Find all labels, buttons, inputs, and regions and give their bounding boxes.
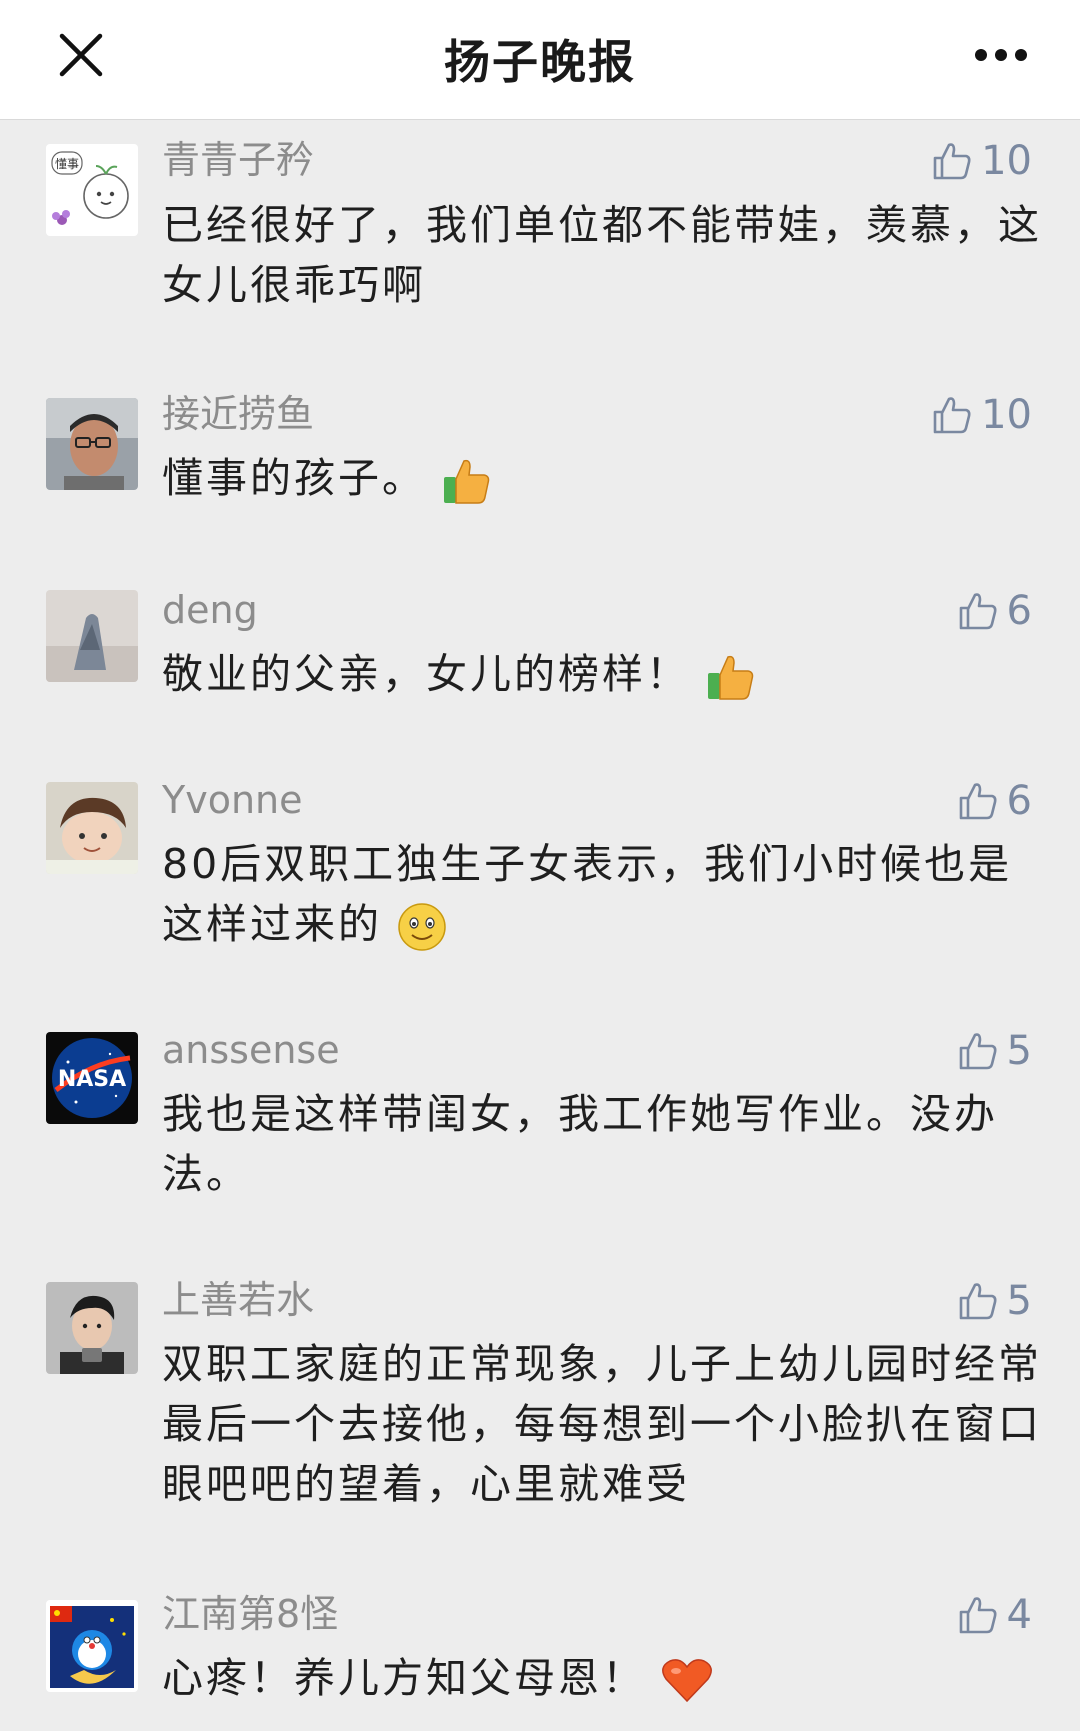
like-count: 5	[1006, 1028, 1032, 1074]
like-button[interactable]: 4	[957, 1592, 1032, 1638]
comment-text-content: 已经很好了，我们单位都不能带娃，羡慕，这女儿很乖巧啊	[162, 201, 1042, 309]
comment-text: 已经很好了，我们单位都不能带娃，羡慕，这女儿很乖巧啊	[162, 195, 1042, 315]
thumbs-up-outline-icon	[959, 783, 997, 820]
like-button[interactable]: 5	[957, 1278, 1032, 1324]
thumbs-up-outline-icon	[959, 1033, 997, 1070]
comment-text: 我也是这样带闺女，我工作她写作业。没办法。	[162, 1084, 1042, 1204]
like-count: 10	[981, 392, 1032, 438]
like-count: 5	[1006, 1278, 1032, 1324]
avatar[interactable]: NASA	[46, 1032, 138, 1124]
comment-item: 上善若水 5 双职工家庭的正常现象，儿子上幼儿园时经常最后一个去接他，每每想到一…	[0, 1250, 1080, 1570]
comment-item: 懂事 青青子矜 10 已经很好了，我们单位都不能带娃，羡慕，这女儿很乖巧啊	[0, 120, 1080, 370]
comment-nickname: Yvonne	[162, 778, 303, 822]
thumbs-up-outline-icon	[959, 593, 997, 630]
comment-nickname: anssense	[162, 1028, 340, 1072]
comment-item: 接近捞鱼 10 懂事的孩子。	[0, 370, 1080, 560]
like-button[interactable]: 6	[957, 588, 1032, 634]
like-button[interactable]: 5	[957, 1028, 1032, 1074]
avatar[interactable]	[46, 1600, 138, 1692]
comment-text-content: 懂事的孩子。	[162, 454, 426, 502]
heart-emoji-icon	[662, 1659, 712, 1703]
comment-text-content: 心疼！养儿方知父母恩！	[162, 1654, 646, 1702]
comment-nickname: 青青子矜	[162, 138, 315, 182]
comment-item: 江南第8怪 4 心疼！养儿方知父母恩！	[0, 1570, 1080, 1731]
comment-nickname: 上善若水	[162, 1278, 315, 1322]
comment-text-content: 双职工家庭的正常现象，儿子上幼儿园时经常最后一个去接他，每每想到一个小脸扒在窗口…	[162, 1340, 1042, 1508]
comment-nickname: 江南第8怪	[162, 1592, 339, 1636]
like-button[interactable]: 10	[931, 392, 1032, 438]
comment-text-content: 敬业的父亲，女儿的榜样！	[162, 650, 690, 698]
smile-emoji-icon	[398, 903, 446, 951]
like-count: 6	[1006, 778, 1032, 824]
avatar[interactable]	[46, 398, 138, 490]
like-count: 4	[1006, 1592, 1032, 1638]
comment-text: 心疼！养儿方知父母恩！	[162, 1648, 1042, 1708]
thumbs-up-outline-icon	[933, 397, 971, 434]
comment-nickname: deng	[162, 588, 258, 632]
avatar-badge-text: 懂事	[55, 157, 79, 171]
like-button[interactable]: 10	[931, 138, 1032, 184]
comment-text-content: 我也是这样带闺女，我工作她写作业。没办法。	[162, 1090, 998, 1198]
comment-item: Yvonne 6 80后双职工独生子女表示，我们小时候也是这样过来的	[0, 750, 1080, 1000]
thumbs-up-emoji-icon	[444, 459, 490, 504]
like-count: 6	[1006, 588, 1032, 634]
nav-bar: 扬子晚报	[0, 0, 1080, 120]
thumbs-up-outline-icon	[933, 143, 971, 180]
page-title: 扬子晚报	[444, 35, 636, 89]
avatar[interactable]	[46, 1282, 138, 1374]
more-icon[interactable]	[974, 48, 1028, 62]
avatar[interactable]	[46, 782, 138, 874]
comment-item: NASA anssense 5 我也是这样带闺女，我工作她写作业。没办法。	[0, 1000, 1080, 1250]
like-button[interactable]: 6	[957, 778, 1032, 824]
comment-text: 敬业的父亲，女儿的榜样！	[162, 644, 1042, 704]
like-count: 10	[981, 138, 1032, 184]
comment-item: deng 6 敬业的父亲，女儿的榜样！	[0, 560, 1080, 750]
thumbs-up-emoji-icon	[708, 655, 754, 700]
avatar[interactable]: 懂事	[46, 144, 138, 236]
avatar[interactable]	[46, 590, 138, 682]
comment-nickname: 接近捞鱼	[162, 392, 315, 436]
thumbs-up-outline-icon	[959, 1597, 997, 1634]
comment-text: 80后双职工独生子女表示，我们小时候也是这样过来的	[162, 834, 1042, 954]
comment-text: 懂事的孩子。	[162, 448, 1042, 508]
comment-text-content: 80后双职工独生子女表示，我们小时候也是这样过来的	[162, 840, 1013, 948]
comment-text: 双职工家庭的正常现象，儿子上幼儿园时经常最后一个去接他，每每想到一个小脸扒在窗口…	[162, 1334, 1042, 1514]
nasa-logo-text: NASA	[58, 1067, 126, 1092]
thumbs-up-outline-icon	[959, 1283, 997, 1320]
